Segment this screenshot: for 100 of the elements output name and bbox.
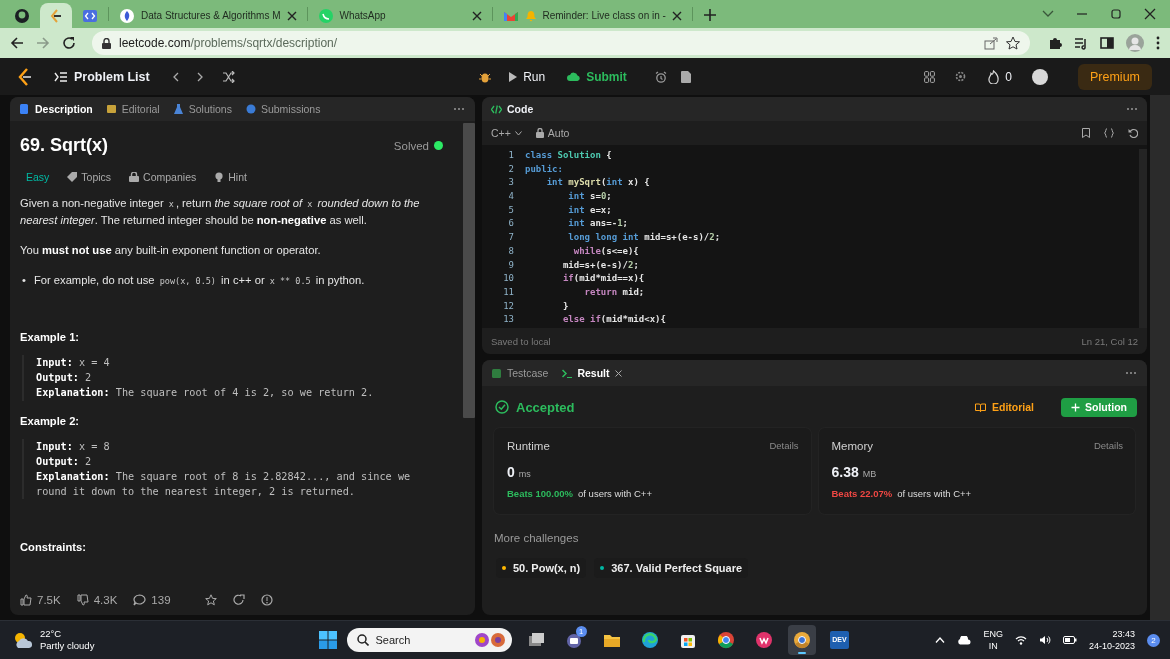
note-icon[interactable] — [680, 70, 691, 83]
challenge-link[interactable]: 50. Pow(x, n) — [496, 558, 587, 578]
dislike-button[interactable]: 4.3K — [76, 594, 118, 606]
panel-tab[interactable]: Editorial — [106, 103, 160, 115]
star-icon[interactable] — [1006, 36, 1020, 50]
streak-counter[interactable]: 0 — [984, 65, 1016, 88]
code-line: long long int mid=s+(e-s)/2; — [567, 231, 722, 245]
like-button[interactable]: 7.5K — [20, 594, 61, 606]
panel-tab[interactable]: Testcase — [492, 367, 549, 379]
layout-grid-icon[interactable] — [924, 70, 936, 83]
tag-button[interactable]: Hint — [214, 171, 247, 183]
plus-icon[interactable] — [702, 8, 717, 22]
tag-button[interactable]: Companies — [129, 171, 197, 183]
line-number: 6 — [507, 217, 514, 231]
braces-icon[interactable] — [1104, 128, 1114, 138]
close-icon[interactable] — [614, 369, 622, 377]
cloud-icon[interactable] — [957, 635, 972, 645]
comments-button[interactable]: 139 — [133, 594, 171, 606]
code-line: while(s<=e){ — [572, 244, 640, 258]
browser-tab[interactable]: Reminder: Live class on in - — [494, 3, 690, 28]
example-title: Example 1: — [20, 331, 81, 343]
chevron-right-icon[interactable] — [196, 71, 204, 82]
windows-logo-icon[interactable] — [318, 631, 337, 649]
settings-icon[interactable] — [955, 71, 967, 82]
tag-button[interactable]: Topics — [67, 171, 112, 183]
run-button[interactable]: Run — [505, 65, 550, 88]
metric-unit: ms — [518, 469, 531, 479]
puzzle-icon[interactable] — [1048, 36, 1062, 50]
beats-text: Beats 22.07% of users with C++ — [831, 488, 973, 499]
speaker-icon[interactable] — [1038, 635, 1051, 645]
browser-tab[interactable]: Data Structures & Algorithms M — [111, 3, 305, 28]
chevron-left-icon[interactable] — [171, 71, 179, 82]
premium-button[interactable]: Premium — [1078, 63, 1152, 90]
back-arrow-icon[interactable] — [10, 36, 24, 50]
language-dropdown[interactable]: C++ — [491, 127, 522, 139]
reset-icon[interactable] — [1128, 128, 1138, 138]
address-field[interactable]: leetcode.com/problems/sqrtx/description/ — [92, 31, 1030, 55]
heart-logo-icon — [754, 631, 773, 649]
line-number: 7 — [507, 231, 514, 245]
star-icon[interactable] — [204, 594, 217, 606]
line-number: 11 — [502, 285, 514, 299]
share-icon[interactable] — [984, 36, 998, 50]
temperature-text: 22°C — [40, 628, 63, 640]
code-tag-icon — [82, 7, 98, 24]
browser-tab[interactable]: WhatsApp — [309, 3, 490, 28]
panel-tab[interactable]: Submissions — [245, 103, 321, 115]
tab-title: Data Structures & Algorithms M — [141, 10, 281, 21]
book-icon — [106, 104, 117, 114]
close-icon[interactable] — [471, 10, 482, 21]
line-number: 8 — [507, 244, 514, 258]
wifi-icon[interactable] — [1014, 635, 1027, 645]
code-logo-icon[interactable] — [18, 67, 32, 86]
line-number: 3 — [507, 176, 514, 190]
challenge-link[interactable]: 367. Valid Perfect Square — [594, 558, 749, 578]
chevron-down-icon — [514, 130, 522, 136]
problem-list-button[interactable]: Problem List — [50, 65, 154, 88]
code-line: public: — [525, 162, 564, 176]
share-icon[interactable] — [232, 594, 245, 606]
maximize-icon[interactable] — [1110, 8, 1122, 20]
autocomplete-toggle[interactable]: Auto — [535, 127, 570, 139]
language-indicator[interactable]: ENG IN — [983, 628, 1003, 652]
description-text: Given a non-negative integer x , return the square root of x rounded down to the nearest integer. The returned integer should be non-negative as well. — [20, 196, 421, 228]
line-number: 10 — [502, 272, 514, 286]
editorial-link[interactable]: Editorial — [969, 400, 1040, 414]
shuffle-icon[interactable] — [221, 70, 235, 83]
example-line: Output: 2 — [36, 454, 93, 469]
submit-button[interactable]: Submit — [563, 65, 631, 88]
close-icon[interactable] — [286, 10, 297, 21]
book-icon — [975, 402, 986, 412]
difficulty-label: Easy — [26, 171, 50, 183]
chevron-up-icon[interactable] — [935, 637, 946, 643]
reload-icon[interactable] — [62, 36, 76, 50]
status-dot — [434, 141, 443, 150]
bell-icon — [524, 9, 537, 22]
line-number: 4 — [507, 190, 514, 204]
help-icon[interactable] — [260, 594, 273, 606]
section-title: More challenges — [493, 532, 580, 544]
side-panel-icon[interactable] — [1100, 36, 1114, 50]
details-link[interactable]: Details — [1093, 440, 1123, 452]
alarm-clock-icon[interactable] — [654, 70, 667, 83]
panel-tab[interactable]: Description — [20, 103, 93, 115]
status-label: Solved — [393, 139, 429, 152]
reading-list-icon[interactable] — [1074, 36, 1088, 50]
bookmark-icon[interactable] — [1082, 128, 1090, 138]
more-icon[interactable] — [1156, 36, 1160, 50]
close-icon[interactable] — [1144, 8, 1156, 20]
panel-tab[interactable]: Solutions — [173, 103, 232, 115]
panel-tab[interactable]: Result — [562, 367, 622, 379]
example-title: Example 2: — [20, 414, 81, 427]
clock-text[interactable]: 23:43 24-10-2023 — [1088, 628, 1135, 652]
close-icon[interactable] — [671, 10, 682, 21]
chevron-down-icon[interactable] — [1042, 10, 1054, 18]
details-link[interactable]: Details — [769, 440, 799, 452]
search-field[interactable]: Search — [346, 628, 512, 652]
battery-icon[interactable] — [1062, 636, 1077, 644]
user-avatar-icon[interactable] — [1032, 68, 1048, 85]
code-line: int e=x; — [567, 203, 613, 217]
taskbar-app[interactable] — [787, 625, 816, 655]
problem-title: 69. Sqrt(x) — [20, 135, 109, 156]
beats-text: Beats 100.00% of users with C++ — [507, 488, 653, 499]
